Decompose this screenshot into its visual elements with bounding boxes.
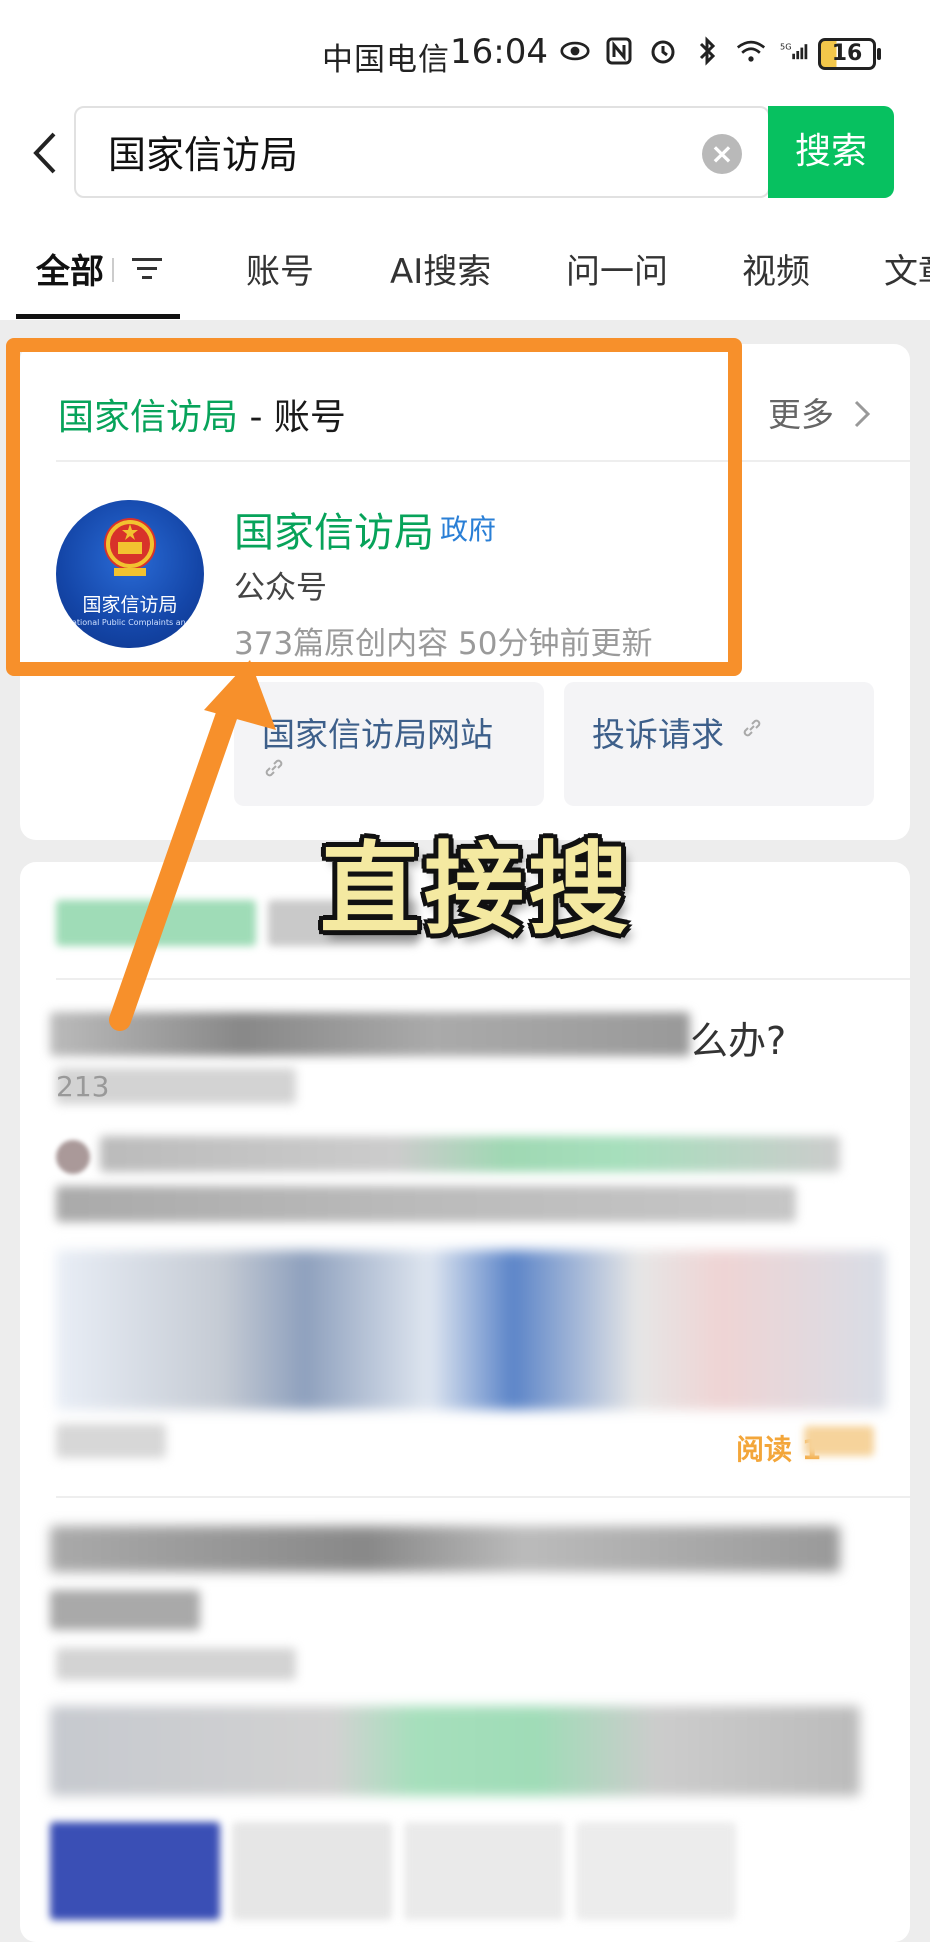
alarm-icon [648, 36, 678, 66]
chevron-right-icon [854, 400, 870, 428]
back-arrow-icon[interactable] [26, 128, 66, 178]
search-button[interactable]: 搜索 [768, 106, 894, 198]
blurred-snippet-line-2 [56, 1186, 796, 1222]
blurred-meta-2 [56, 1648, 296, 1680]
annotation-arrow-icon [109, 660, 276, 1031]
bluetooth-icon [692, 36, 722, 66]
blurred-snippet-line-1 [100, 1136, 840, 1172]
tab-video[interactable]: 视频 [742, 244, 810, 293]
blurred-thumb-1 [50, 1822, 220, 1920]
clear-icon[interactable]: × [702, 134, 742, 174]
wifi-icon [736, 36, 766, 66]
tab-ai-search[interactable]: AI搜索 [390, 244, 491, 293]
overlay-caption: 直接搜 [320, 831, 632, 948]
search-header: × 搜索 [0, 100, 930, 210]
blurred-read-number [804, 1426, 874, 1456]
search-bar: × [74, 106, 770, 198]
link-icon [743, 719, 761, 737]
tab-articles[interactable]: 文章 [884, 244, 930, 293]
headline-fragment: 么办? [690, 1019, 787, 1063]
clock: 16:04 [450, 32, 548, 72]
tab-all[interactable]: 全部 [36, 244, 104, 293]
active-tab-indicator [16, 314, 180, 319]
blurred-author-avatar [56, 1140, 90, 1174]
signal-icon: 5G [780, 36, 810, 66]
battery-indicator: 16 [818, 38, 881, 70]
status-icons: 5G [560, 36, 810, 66]
carrier-label: 中国电信 [322, 42, 450, 78]
meta-number: 213 [56, 1070, 110, 1103]
more-label: 更多 [768, 395, 834, 434]
article-divider [56, 1496, 910, 1498]
blurred-headline-2 [50, 1526, 840, 1572]
blurred-thumb-2 [232, 1822, 392, 1920]
nfc-icon [604, 36, 634, 66]
blurred-thumb-4 [576, 1822, 736, 1920]
eye-icon [560, 36, 590, 66]
blurred-snippet-2 [50, 1706, 860, 1796]
tab-divider [112, 258, 114, 282]
tab-accounts[interactable]: 账号 [246, 244, 314, 293]
blurred-source [56, 1424, 166, 1458]
status-bar: 中国电信 16:04 5G 16 [0, 0, 930, 100]
blurred-screenshot-thumbnail [56, 1250, 886, 1410]
svg-text:5G: 5G [780, 42, 792, 52]
more-link[interactable]: 更多 [768, 388, 873, 436]
highlight-frame [6, 338, 742, 676]
tab-bar: 全部 账号 AI搜索 问一问 视频 文章 [0, 210, 930, 320]
blurred-thumb-3 [404, 1822, 564, 1920]
blurred-headline-2-cont [50, 1590, 200, 1630]
link-complaint-label: 投诉请求 [592, 715, 724, 754]
filter-icon[interactable] [130, 254, 164, 284]
search-input[interactable] [106, 128, 670, 174]
tab-ask[interactable]: 问一问 [566, 244, 668, 293]
